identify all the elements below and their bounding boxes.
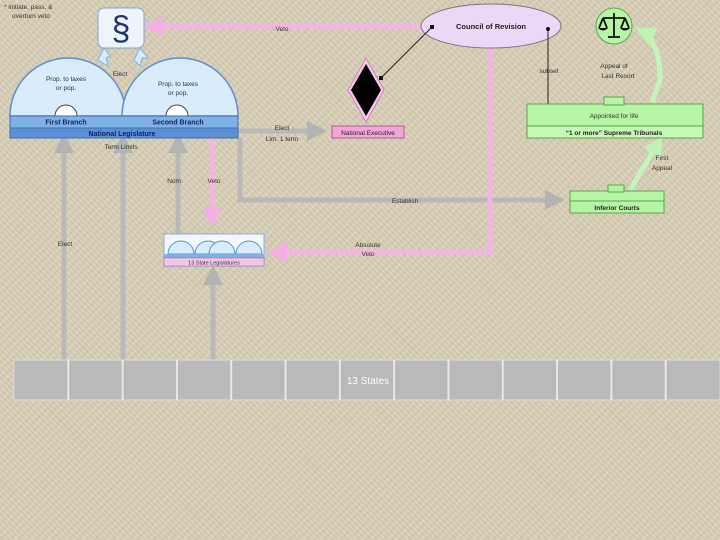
national-legislature-label: National Legislature [89, 131, 156, 138]
appeal-last-resort-arrow [635, 27, 663, 103]
nom-label: Nom. [167, 178, 183, 185]
elect-legislature-label: Elect [113, 71, 128, 78]
elect-states-label: Elect [58, 241, 73, 248]
supreme-tribunals[interactable]: Appointed for life “1 or more” Supreme T… [526, 96, 704, 139]
absolute-veto-label-line1: Absolute [355, 242, 381, 249]
national-legislature[interactable]: Prop. to taxes or pop. Prop. to taxes or… [9, 57, 239, 139]
branch-bar [9, 115, 239, 129]
appeal-last-resort-label-line2: Last Resort [601, 73, 634, 80]
note-line1: * initiate, pass, & [4, 4, 53, 11]
council-of-revision[interactable]: Council of Revision [420, 3, 562, 49]
first-dome-label-line2: or pop. [56, 85, 76, 92]
elect-executive-label-line1: Elect [275, 125, 290, 132]
appeal-last-resort-label-line1: Appeal of [600, 63, 628, 70]
first-branch-label: First Branch [45, 120, 86, 127]
supreme-tribunals-label: “1 or more” Supreme Tribunals [566, 130, 663, 137]
states-bar: 13 States [13, 359, 720, 401]
note-line2: overturn veto [12, 13, 50, 20]
second-dome-label-line2: or pop. [168, 90, 188, 97]
pink-arrows [143, 16, 493, 262]
inferior-courts[interactable]: Inferior Courts [569, 184, 665, 214]
scales-of-justice-icon [595, 7, 633, 45]
state-legislatures[interactable]: 13 State Legislatures [163, 233, 265, 267]
council-of-revision-label: Council of Revision [456, 22, 526, 31]
svg-text:§: § [112, 10, 131, 48]
diagram-canvas: 13 States Prop. to taxes or pop. Prop. t… [4, 3, 720, 401]
national-executive[interactable]: National Executive [331, 56, 405, 139]
term-limits-label: Term Limits [104, 144, 138, 151]
absolute-veto-label-line2: Veto [361, 251, 374, 258]
state-legislatures-label: 13 State Legislatures [188, 261, 240, 267]
first-appeal-label-line2: Appeal [652, 165, 673, 172]
establish-label: Establish [392, 198, 419, 205]
subset-label: subset [539, 68, 558, 75]
elect-executive-label-line2: Lim. 1 term [266, 136, 299, 143]
gray-arrows [54, 121, 565, 360]
national-executive-label: National Executive [341, 130, 395, 137]
veto-top-label: Veto [275, 26, 288, 33]
veto-states-label: Veto [207, 178, 220, 185]
establish-arrow [237, 138, 565, 210]
appointed-for-life-label: Appointed for life [590, 113, 639, 120]
inferior-courts-label: Inferior Courts [594, 205, 640, 212]
second-branch-label: Second Branch [152, 120, 203, 127]
first-appeal-label-line1: First [656, 155, 669, 162]
section-symbol-icon: § [97, 7, 150, 68]
first-dome-label-line1: Prop. to taxes [46, 76, 87, 83]
second-dome-label-line1: Prop. to taxes [158, 81, 199, 88]
states-bar-label: 13 States [347, 376, 389, 387]
